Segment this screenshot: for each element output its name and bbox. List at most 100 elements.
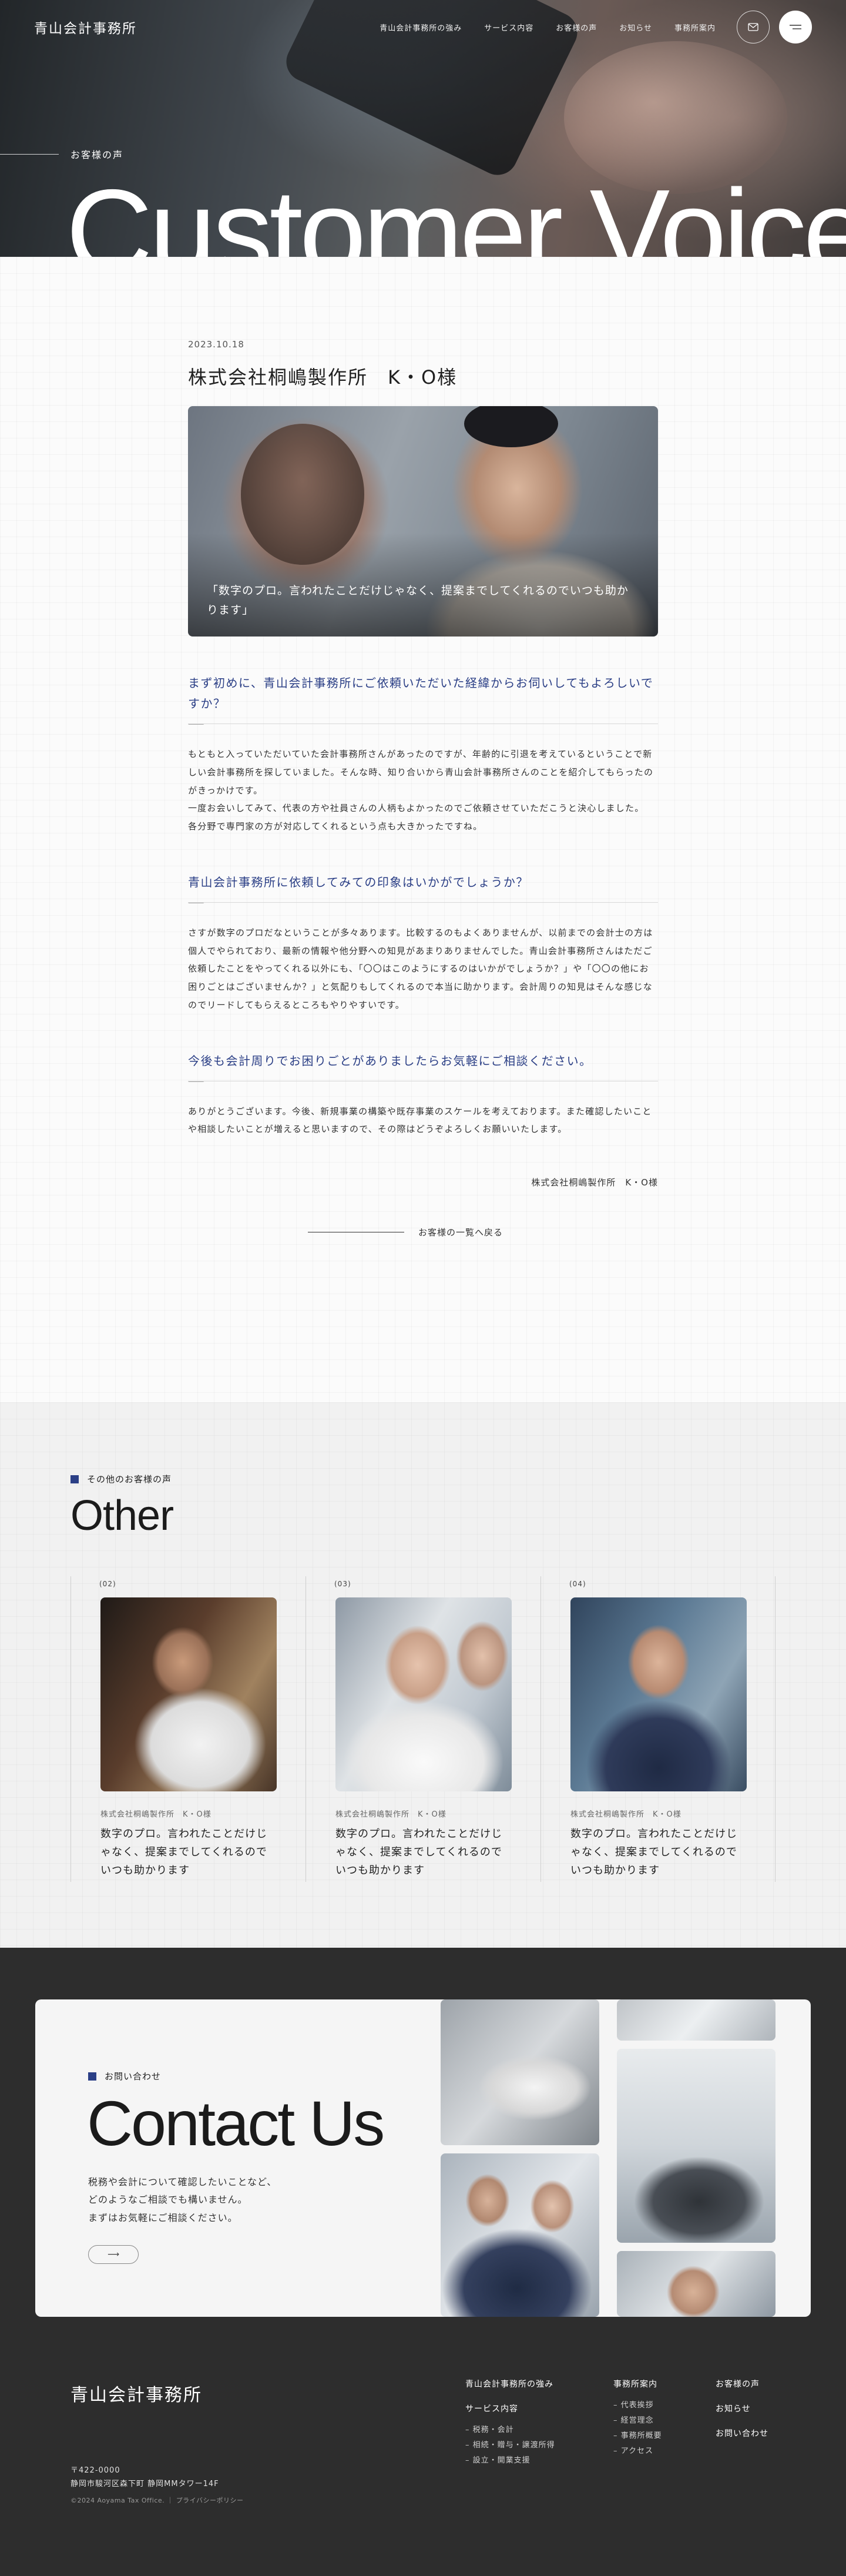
- copyright-text: ©2024 Aoyama Tax Office.: [70, 2497, 165, 2504]
- contact-arrow-button[interactable]: ⟶: [88, 2245, 139, 2264]
- hero: 青山会計事務所 青山会計事務所の強み サービス内容 お客様の声 お知らせ 事務所…: [0, 0, 846, 257]
- nav-strengths[interactable]: 青山会計事務所の強み: [380, 22, 462, 33]
- square-icon: [70, 1475, 79, 1483]
- answer-paragraph: ありがとうございます。今後、新規事業の構築や既存事業のスケールを考えております。…: [188, 1106, 652, 1135]
- footer-link-overview[interactable]: 事務所概要: [613, 2428, 662, 2444]
- site-header: 青山会計事務所 青山会計事務所の強み サービス内容 お客様の声 お知らせ 事務所…: [0, 0, 846, 54]
- card-photo: [570, 1597, 747, 1791]
- card-number: (02): [99, 1580, 116, 1588]
- footer-col-1: 青山会計事務所の強み サービス内容 税務・会計 相続・贈与・譲渡所得 設立・開業…: [465, 2378, 555, 2479]
- copyright-sep: ｜: [167, 2497, 176, 2504]
- section-label-text: その他のお客様の声: [87, 1474, 172, 1485]
- article: 2023.10.18 株式会社桐嶋製作所 K・O様 「数字のプロ。言われたことだ…: [188, 339, 658, 1188]
- card-company: 株式会社桐嶋製作所 K・O様: [570, 1810, 682, 1819]
- back-to-list: お客様の一覧へ戻る: [0, 1226, 846, 1238]
- footer-logo[interactable]: 青山会計事務所: [70, 2380, 202, 2406]
- hero-title: Customer Voice: [66, 165, 846, 257]
- card-photo: [335, 1597, 512, 1791]
- nav-office[interactable]: 事務所案内: [674, 22, 716, 33]
- qa-block-3: 今後も会計周りでお困りごとがありましたらお気軽にご相談ください。 ありがとうござ…: [188, 1051, 658, 1139]
- article-section: 2023.10.18 株式会社桐嶋製作所 K・O様 「数字のプロ。言われたことだ…: [0, 257, 846, 1402]
- card-quote: 数字のプロ。言われたことだけじゃなく、提案までしてくれるのでいつも助かります: [335, 1828, 503, 1877]
- photo-caption: 「数字のプロ。言われたことだけじゃなく、提案までしてくれるのでいつも助かります」: [207, 584, 629, 617]
- footer-link-voice[interactable]: お客様の声: [716, 2378, 768, 2390]
- card-company: 株式会社桐嶋製作所 K・O様: [335, 1810, 446, 1819]
- signature: 株式会社桐嶋製作所 K・O様: [531, 1177, 658, 1188]
- nav-news[interactable]: お知らせ: [619, 22, 652, 33]
- answer: さすが数字のプロだなということが多々あります。比較するのもよくありませんが、以前…: [188, 924, 658, 1014]
- gallery-photo: [617, 2251, 776, 2317]
- footer-link-philosophy[interactable]: 経営理念: [613, 2413, 662, 2428]
- question-heading: 青山会計事務所に依頼してみての印象はいかがでしょうか？: [188, 875, 529, 889]
- footer-link-office[interactable]: 事務所案内: [613, 2378, 662, 2390]
- contact-text: 税務や会計について確認したいことなど、 どのようなご相談でも構いません。 まずは…: [88, 2173, 277, 2227]
- answer: ありがとうございます。今後、新規事業の構築や既存事業のスケールを考えております。…: [188, 1103, 658, 1139]
- voice-card[interactable]: (03) 株式会社桐嶋製作所 K・O様 数字のプロ。言われたことだけじゃなく、提…: [306, 1576, 540, 1882]
- question-heading: まず初めに、青山会計事務所にご依頼いただいた経緯からお伺いしてもよろしいですか？: [188, 676, 654, 711]
- section-title: Other: [70, 1492, 174, 1539]
- gallery-photo: [441, 2153, 599, 2317]
- gallery-photo: [617, 1999, 776, 2041]
- contact-text-line: 税務や会計について確認したいことなど、: [88, 2176, 277, 2188]
- card-quote: 数字のプロ。言われたことだけじゃなく、提案までしてくれるのでいつも助かります: [570, 1828, 738, 1877]
- post-date: 2023.10.18: [188, 339, 244, 350]
- nav-voice[interactable]: お客様の声: [556, 22, 597, 33]
- footer-link-tax[interactable]: 税務・会計: [465, 2423, 555, 2438]
- card-number: (04): [569, 1580, 586, 1588]
- footer-link-services[interactable]: サービス内容: [465, 2403, 555, 2414]
- footer-link-news[interactable]: お知らせ: [716, 2403, 768, 2414]
- card-number: (03): [334, 1580, 351, 1588]
- question-divider: [188, 723, 658, 724]
- footer-office-list: 代表挨拶 経営理念 事務所概要 アクセス: [613, 2398, 662, 2459]
- back-to-list-link[interactable]: お客様の一覧へ戻る: [418, 1226, 503, 1238]
- arrow-right-icon: ⟶: [107, 2250, 120, 2259]
- qa-block-2: 青山会計事務所に依頼してみての印象はいかがでしょうか？ さすが数字のプロだなとい…: [188, 872, 658, 1014]
- footer-zip: 〒422-0000: [70, 2466, 120, 2475]
- contact-card[interactable]: お問い合わせ Contact Us 税務や会計について確認したいことなど、 どの…: [35, 1999, 811, 2317]
- footer-link-access[interactable]: アクセス: [613, 2444, 662, 2459]
- contact-text-line: まずはお気軽にご相談ください。: [88, 2212, 238, 2223]
- gallery-photo: [617, 2049, 776, 2243]
- square-icon: [88, 2072, 96, 2081]
- footer-copyright: ©2024 Aoyama Tax Office. ｜ プライバシーポリシー: [70, 2495, 243, 2505]
- site-logo[interactable]: 青山会計事務所: [34, 17, 137, 37]
- answer-paragraph: さすが数字のプロだなということが多々あります。比較するのもよくありませんが、以前…: [188, 927, 653, 1010]
- nav-services[interactable]: サービス内容: [484, 22, 533, 33]
- mail-icon: [748, 23, 758, 31]
- footer-col-3: お客様の声 お知らせ お問い合わせ: [716, 2378, 768, 2452]
- card-photo: [100, 1597, 277, 1791]
- answer-paragraph: もともと入っていただいていた会計事務所さんがあったのですが、年齢的に引退を考えて…: [188, 749, 654, 796]
- section-label: その他のお客様の声: [70, 1473, 172, 1485]
- menu-button[interactable]: [779, 11, 812, 43]
- footer-link-contact[interactable]: お問い合わせ: [716, 2427, 768, 2439]
- post-title: 株式会社桐嶋製作所 K・O様: [188, 366, 458, 388]
- footer-address: 〒422-0000 静岡市駿河区森下町 静岡MMタワー14F: [70, 2464, 219, 2491]
- gallery-photo: [441, 1999, 599, 2145]
- voice-card[interactable]: (04) 株式会社桐嶋製作所 K・O様 数字のプロ。言われたことだけじゃなく、提…: [540, 1576, 776, 1882]
- footer-address-line: 静岡市駿河区森下町 静岡MMタワー14F: [70, 2480, 219, 2489]
- footer-link-startup[interactable]: 設立・開業支援: [465, 2453, 555, 2468]
- card-quote: 数字のプロ。言われたことだけじゃなく、提案までしてくれるのでいつも助かります: [100, 1828, 268, 1877]
- answer-paragraph: 各分野で専門家の方が対応してくれるという点も大きかったですね。: [188, 821, 483, 832]
- contact-title: Contact Us: [87, 2088, 385, 2159]
- card-company: 株式会社桐嶋製作所 K・O様: [100, 1810, 212, 1819]
- footer-link-inheritance[interactable]: 相続・贈与・譲渡所得: [465, 2438, 555, 2453]
- menu-icon: [790, 25, 801, 29]
- footer-service-list: 税務・会計 相続・贈与・譲渡所得 設立・開業支援: [465, 2423, 555, 2468]
- question-divider: [188, 902, 658, 903]
- photo-person-back: [241, 424, 364, 565]
- footer-link-strengths[interactable]: 青山会計事務所の強み: [465, 2378, 555, 2390]
- global-nav: 青山会計事務所の強み サービス内容 お客様の声 お知らせ 事務所案内: [380, 22, 716, 33]
- voice-cards: (02) 株式会社桐嶋製作所 K・O様 数字のプロ。言われたことだけじゃなく、提…: [70, 1576, 776, 1882]
- site-footer: 青山会計事務所 〒422-0000 静岡市駿河区森下町 静岡MMタワー14F ©…: [0, 2354, 846, 2576]
- voice-card[interactable]: (02) 株式会社桐嶋製作所 K・O様 数字のプロ。言われたことだけじゃなく、提…: [70, 1576, 306, 1882]
- answer: もともと入っていただいていた会計事務所さんがあったのですが、年齢的に引退を考えて…: [188, 745, 658, 836]
- main-photo: 「数字のプロ。言われたことだけじゃなく、提案までしてくれるのでいつも助かります」: [188, 406, 658, 637]
- answer-paragraph: 一度お会いしてみて、代表の方や社員さんの人柄もよかったのでご依頼させていただこう…: [188, 803, 644, 814]
- contact-text-line: どのようなご相談でも構いません。: [88, 2194, 248, 2206]
- privacy-link[interactable]: プライバシーポリシー: [176, 2497, 244, 2504]
- mail-button[interactable]: [737, 11, 770, 43]
- section-label: お問い合わせ: [88, 2070, 161, 2082]
- qa-block-1: まず初めに、青山会計事務所にご依頼いただいた経緯からお伺いしてもよろしいですか？…: [188, 673, 658, 836]
- footer-link-greeting[interactable]: 代表挨拶: [613, 2398, 662, 2413]
